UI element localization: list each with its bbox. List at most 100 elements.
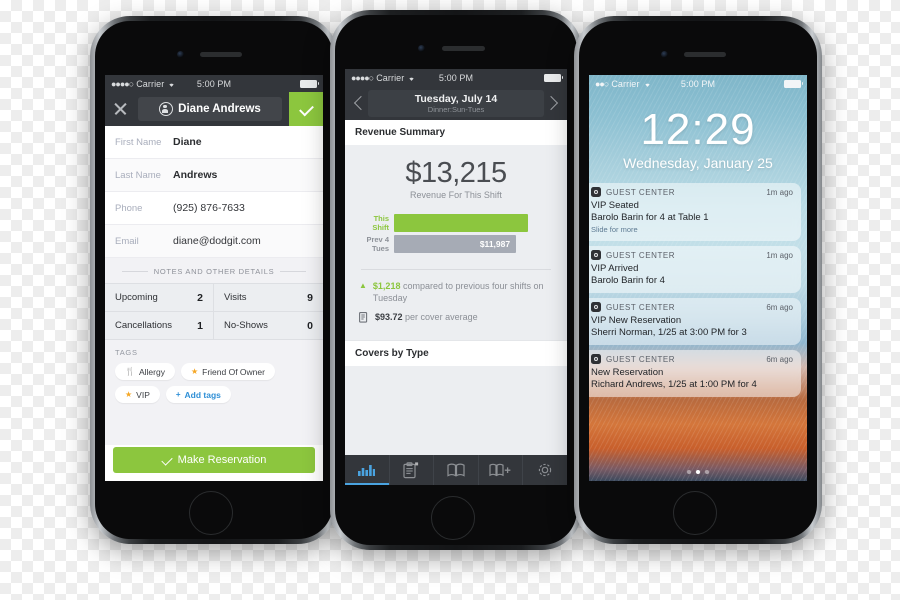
tag-friend-of-owner-label: Friend Of Owner: [202, 366, 265, 377]
tag-vip[interactable]: ★ VIP: [115, 386, 160, 403]
tab-bar: [345, 455, 567, 485]
revenue-change-value: $1,218: [372, 281, 401, 291]
status-bar-right: ●●○ Carrier 5:00 PM: [589, 75, 807, 92]
make-reservation-button[interactable]: Make Reservation: [113, 447, 315, 473]
home-button[interactable]: [189, 491, 233, 535]
notification-timestamp: 1m ago: [766, 187, 793, 197]
make-reservation-label: Make Reservation: [177, 454, 267, 466]
app-icon: [591, 187, 601, 197]
selected-date: Tuesday, July 14: [414, 92, 498, 105]
stat-upcoming-value: 2: [197, 291, 203, 304]
receipt-icon: [359, 312, 368, 323]
tag-allergy[interactable]: 🍴 Allergy: [115, 363, 175, 380]
notification-stack: GUEST CENTER 1m ago VIP Seated Barolo Ba…: [589, 183, 807, 397]
book-plus-icon: [488, 463, 510, 477]
stat-no-shows-value: 0: [307, 319, 313, 332]
notification-card[interactable]: GUEST CENTER 1m ago VIP Arrived Barolo B…: [589, 246, 801, 293]
stat-visits-value: 9: [307, 291, 313, 304]
status-bar-left: ●●●●○ Carrier 5:00 PM: [105, 75, 323, 92]
tag-row-1: 🍴 Allergy ★ Friend Of Owner: [115, 363, 313, 380]
guest-navbar: Diane Andrews: [105, 92, 323, 126]
revenue-avg-text: $93.72 per cover average: [375, 311, 478, 323]
page-dot-active[interactable]: [696, 470, 700, 474]
tab-add-reservation[interactable]: [479, 455, 524, 485]
earpiece-speaker: [200, 52, 242, 57]
email-label: Email: [115, 235, 139, 247]
revenue-summary-body: $13,215 Revenue For This Shift This Shift…: [345, 145, 567, 340]
home-button[interactable]: [431, 496, 475, 540]
notification-title: VIP Arrived: [591, 263, 639, 274]
form-row-first-name[interactable]: First Name Diane: [105, 126, 323, 159]
tag-friend-of-owner[interactable]: ★ Friend Of Owner: [180, 363, 275, 380]
bar-row-prev-4-tues: Prev 4 Tues $11,987: [355, 235, 557, 253]
covers-by-type-header: Covers by Type: [345, 340, 567, 366]
notification-card[interactable]: GUEST CENTER 6m ago VIP New Reservation …: [589, 298, 801, 345]
phone-right-body: ●●○ Carrier 5:00 PM 12:29 Wednesday, Jan…: [579, 21, 817, 539]
notification-title: VIP New Reservation: [591, 315, 682, 326]
stat-cancellations-label: Cancellations: [115, 320, 173, 331]
home-button[interactable]: [673, 491, 717, 535]
add-tags-button[interactable]: + Add tags: [165, 386, 231, 403]
lock-clock: 12:29: [640, 105, 756, 154]
email-value: diane@dodgit.com: [173, 235, 261, 247]
tab-reports[interactable]: [345, 455, 390, 485]
stat-visits[interactable]: Visits 9: [214, 284, 323, 312]
lock-date: Wednesday, January 25: [623, 155, 773, 171]
stat-upcoming[interactable]: Upcoming 2: [105, 284, 214, 312]
tab-settings[interactable]: [523, 455, 567, 485]
chevron-left-icon[interactable]: [350, 94, 368, 112]
earpiece-speaker: [684, 52, 726, 57]
revenue-amount-caption: Revenue For This Shift: [410, 190, 502, 200]
front-camera-icon: [418, 45, 425, 52]
page-dot[interactable]: [705, 470, 709, 474]
form-row-email[interactable]: Email diane@dodgit.com: [105, 225, 323, 258]
status-bar-middle: ●●●●○ Carrier 5:00 PM: [345, 69, 567, 86]
notification-title: VIP Seated: [591, 200, 639, 211]
battery-icon: [300, 79, 319, 88]
notification-app-name: GUEST CENTER: [606, 250, 676, 260]
stat-cancellations[interactable]: Cancellations 1: [105, 312, 214, 340]
form-row-phone[interactable]: Phone (925) 876-7633: [105, 192, 323, 225]
notification-subtitle: Barolo Barin for 4 at Table 1: [591, 212, 709, 223]
phone-left-body: ●●●●○ Carrier 5:00 PM Diane Andrews Firs…: [95, 21, 333, 539]
tab-reservations[interactable]: [390, 455, 435, 485]
stat-no-shows[interactable]: No-Shows 0: [214, 312, 323, 340]
last-name-label: Last Name: [115, 169, 161, 181]
notification-card[interactable]: GUEST CENTER 6m ago New Reservation Rich…: [589, 350, 801, 397]
notification-card[interactable]: GUEST CENTER 1m ago VIP Seated Barolo Ba…: [589, 183, 801, 241]
date-selector[interactable]: Tuesday, July 14 Dinner:Sun-Tues: [368, 89, 544, 117]
close-icon[interactable]: [111, 99, 131, 119]
page-dot[interactable]: [687, 470, 691, 474]
chevron-right-icon[interactable]: [544, 94, 562, 112]
notification-header: GUEST CENTER 1m ago: [591, 250, 793, 260]
earpiece-speaker: [442, 46, 485, 51]
form-row-last-name[interactable]: Last Name Andrews: [105, 159, 323, 192]
stat-no-shows-label: No-Shows: [224, 320, 268, 331]
book-icon: [447, 463, 465, 477]
revenue-change-text: $1,218 compared to previous four shifts …: [373, 280, 553, 304]
revenue-divider: [361, 269, 551, 270]
first-name-value: Diane: [173, 136, 202, 148]
tab-floorplan[interactable]: [434, 455, 479, 485]
tag-vip-label: VIP: [136, 389, 150, 400]
notification-subtitle: Barolo Barin for 4: [591, 275, 665, 286]
phone-label: Phone: [115, 202, 143, 214]
app-icon: [591, 250, 601, 260]
chart-bar-icon: [358, 465, 376, 476]
confirm-button[interactable]: [289, 92, 323, 126]
bar-row-this-shift: This Shift: [355, 214, 557, 232]
covers-by-type-body: [345, 366, 567, 455]
notification-header: GUEST CENTER 1m ago: [591, 187, 793, 197]
revenue-bar-chart: This Shift Prev 4 Tues $11,987: [355, 214, 557, 253]
clipboard-icon: [403, 461, 419, 478]
triangle-up-icon: ▲: [359, 281, 367, 290]
selected-shift: Dinner:Sun-Tues: [427, 104, 485, 114]
bar-label-this-shift: This Shift: [372, 214, 389, 232]
battery-icon: [544, 73, 563, 82]
revenue-avg-note: $93.72 per cover average: [355, 311, 557, 330]
first-name-label: First Name: [115, 136, 162, 148]
status-bar-time: 5:00 PM: [196, 78, 232, 89]
guest-name-field[interactable]: Diane Andrews: [138, 97, 282, 121]
person-icon: [159, 102, 174, 116]
notification-subtitle: Richard Andrews, 1/25 at 1:00 PM for 4: [591, 379, 757, 390]
